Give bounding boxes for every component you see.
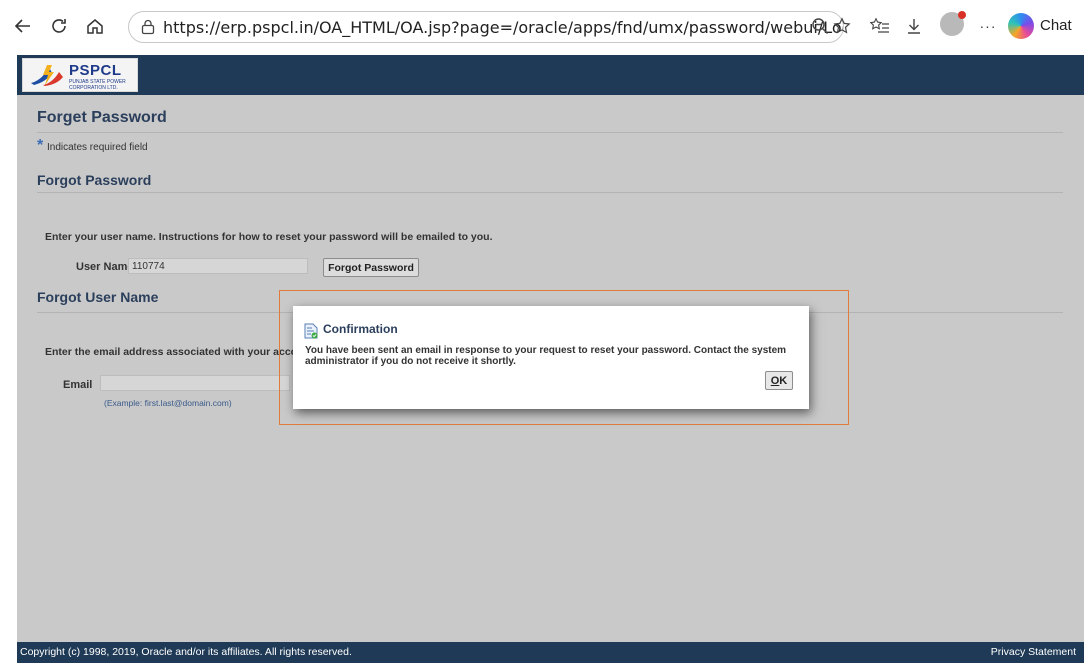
back-icon[interactable] <box>8 11 38 41</box>
dialog-title: Confirmation <box>323 322 398 336</box>
address-bar[interactable]: https://erp.pspcl.in/OA_HTML/OA.jsp?page… <box>128 11 844 43</box>
title-divider <box>37 132 1063 133</box>
app-window: PSPCL PUNJAB STATE POWER CORPORATION LTD… <box>17 55 1084 663</box>
refresh-icon[interactable] <box>44 11 74 41</box>
favorites-list-icon[interactable] <box>868 14 892 38</box>
app-header: PSPCL PUNJAB STATE POWER CORPORATION LTD… <box>17 55 1084 95</box>
ok-button[interactable]: OK <box>765 371 793 390</box>
section-divider <box>37 192 1063 193</box>
lock-icon <box>141 19 155 35</box>
email-input[interactable] <box>100 375 290 391</box>
url-text: https://erp.pspcl.in/OA_HTML/OA.jsp?page… <box>163 17 844 37</box>
username-label: User Name <box>76 261 134 273</box>
username-input[interactable] <box>128 258 308 274</box>
logo-mark-icon <box>31 65 63 86</box>
ok-label-rest: K <box>779 374 788 387</box>
ok-access-key: O <box>770 374 780 387</box>
more-icon[interactable]: ··· <box>976 14 1000 38</box>
email-hint: (Example: first.last@domain.com) <box>104 398 232 408</box>
privacy-statement-link[interactable]: Privacy Statement <box>991 646 1076 658</box>
confirmation-dialog: Confirmation You have been sent an email… <box>293 306 809 409</box>
copilot-icon[interactable] <box>1008 13 1034 39</box>
notification-dot <box>958 11 966 19</box>
download-icon[interactable] <box>902 14 926 38</box>
forgot-username-instruction: Enter the email address associated with … <box>45 346 304 358</box>
required-note: Indicates required field <box>47 142 148 153</box>
browser-toolbar: https://erp.pspcl.in/OA_HTML/OA.jsp?page… <box>0 0 1084 52</box>
logo-text: PSPCL <box>69 62 122 79</box>
app-footer: Copyright (c) 1998, 2019, Oracle and/or … <box>17 642 1084 663</box>
home-icon[interactable] <box>80 11 110 41</box>
dialog-message: You have been sent an email in response … <box>305 345 787 367</box>
zoom-icon[interactable] <box>808 14 832 38</box>
forgot-password-instruction: Enter your user name. Instructions for h… <box>45 231 493 243</box>
copyright-text: Copyright (c) 1998, 2019, Oracle and/or … <box>20 646 352 658</box>
page-title: Forget Password <box>37 109 167 126</box>
email-label: Email <box>63 379 93 391</box>
confirmation-icon <box>304 323 318 339</box>
logo-subtext: PUNJAB STATE POWER CORPORATION LTD. <box>69 79 126 91</box>
pspcl-logo: PSPCL PUNJAB STATE POWER CORPORATION LTD… <box>22 58 138 92</box>
favorite-icon[interactable] <box>830 14 854 38</box>
forgot-password-heading: Forgot Password <box>37 172 152 188</box>
required-star: * <box>37 137 44 154</box>
forgot-password-button[interactable]: Forgot Password <box>323 258 419 277</box>
chat-label[interactable]: Chat <box>1040 17 1072 34</box>
forgot-username-heading: Forgot User Name <box>37 289 159 305</box>
